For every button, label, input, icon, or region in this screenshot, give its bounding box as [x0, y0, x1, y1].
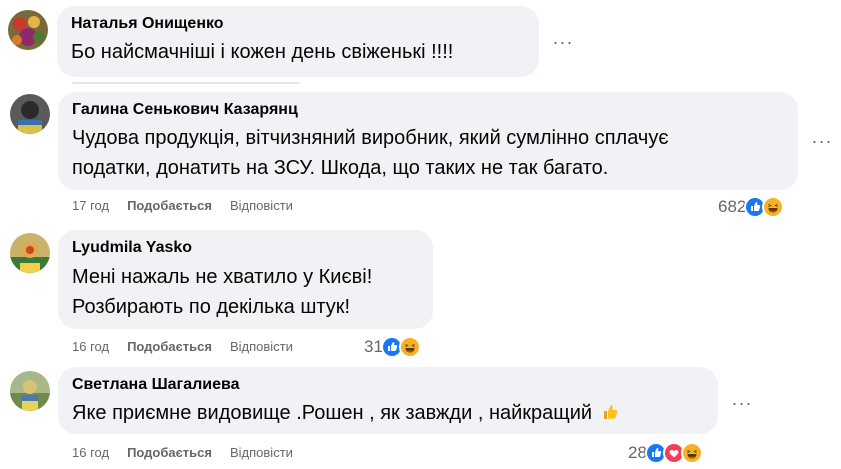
comment-actions: 16 год Подобається Відповісти — [72, 444, 311, 462]
comment-text: Яке приємне видовище .Рошен , як завжди … — [72, 398, 706, 428]
reaction-count: 682 — [718, 197, 747, 216]
reactions-summary[interactable]: 28 — [628, 440, 703, 466]
more-options-icon[interactable]: ··· — [551, 32, 575, 52]
comment-text: Чудова продукція, вітчизняний виробник, … — [72, 127, 669, 149]
haha-reaction-icon — [762, 196, 785, 218]
comment-bubble: Галина Сенькович Казарянц Чудова продукц… — [58, 92, 798, 190]
reactions-summary[interactable]: 31 — [364, 334, 421, 360]
more-options-icon[interactable]: ··· — [730, 393, 754, 413]
reply-button[interactable]: Відповісти — [230, 198, 293, 213]
avatar[interactable] — [10, 371, 50, 411]
like-button[interactable]: Подобається — [127, 445, 212, 460]
haha-reaction-icon — [680, 442, 703, 464]
comment-time[interactable]: 17 год — [72, 198, 109, 213]
comment-time[interactable]: 16 год — [72, 339, 109, 354]
comment-bubble: Наталья Онищенко Бо найсмачніші і кожен … — [57, 6, 539, 77]
comment-text: Розбирають по декілька штук! — [72, 296, 351, 318]
comment-author[interactable]: Галина Сенькович Казарянц — [72, 100, 786, 120]
reply-button[interactable]: Відповісти — [230, 339, 293, 354]
comment-text: Мені нажаль не хватило у Києві! — [72, 266, 373, 288]
avatar[interactable] — [10, 94, 50, 134]
comment-author[interactable]: Наталья Онищенко — [71, 14, 527, 34]
reply-button[interactable]: Відповісти — [230, 445, 293, 460]
comment-bubble: Lyudmila Yasko Мені нажаль не хватило у … — [58, 230, 433, 329]
comment-bubble: Светлана Шагалиева Яке приємне видовище … — [58, 367, 718, 434]
comment-text: податки, донатить на ЗСУ. Шкода, що таки… — [72, 157, 609, 179]
like-button[interactable]: Подобається — [127, 339, 212, 354]
comment-time[interactable]: 16 год — [72, 445, 109, 460]
comment-author[interactable]: Светлана Шагалиева — [72, 375, 706, 395]
more-options-icon[interactable]: ··· — [810, 131, 834, 151]
comment-text-content: Яке приємне видовище .Рошен , як завжди … — [72, 402, 593, 424]
comment-text: Бо найсмачніші і кожен день свіженькі !!… — [71, 41, 454, 63]
comment-actions: 16 год Подобається Відповісти — [72, 338, 311, 356]
avatar[interactable] — [8, 10, 48, 50]
haha-reaction-icon — [398, 336, 421, 358]
divider — [72, 82, 300, 84]
thumbs-up-emoji-icon — [603, 405, 618, 419]
avatar[interactable] — [10, 233, 50, 273]
comment-author[interactable]: Lyudmila Yasko — [72, 238, 421, 258]
comment-actions: 17 год Подобається Відповісти — [72, 197, 311, 215]
reactions-summary[interactable]: 682 — [718, 194, 785, 220]
like-button[interactable]: Подобається — [127, 198, 212, 213]
